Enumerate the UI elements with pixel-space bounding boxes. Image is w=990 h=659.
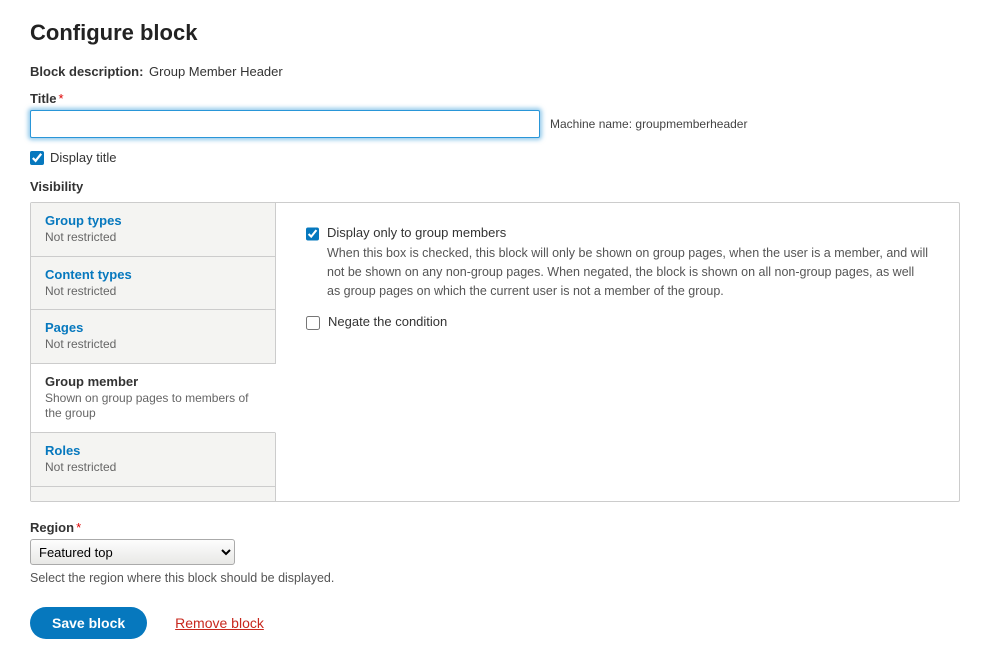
tab-group-member[interactable]: Group member Shown on group pages to mem… <box>31 364 276 433</box>
vertical-tabs-list: Group types Not restricted Content types… <box>31 203 276 501</box>
tab-roles[interactable]: Roles Not restricted <box>31 433 275 487</box>
tab-pages[interactable]: Pages Not restricted <box>31 310 275 364</box>
display-title-label[interactable]: Display title <box>50 150 116 165</box>
block-description-value: Group Member Header <box>149 64 283 79</box>
negate-checkbox[interactable] <box>306 316 320 330</box>
tab-summary: Not restricted <box>45 284 261 300</box>
save-button[interactable]: Save block <box>30 607 147 639</box>
machine-name-label: Machine name: <box>550 117 632 131</box>
tab-title: Group types <box>45 213 261 228</box>
region-select[interactable]: Featured top <box>30 539 235 565</box>
title-input[interactable] <box>30 110 540 138</box>
visibility-tabs: Group types Not restricted Content types… <box>30 202 960 502</box>
tab-title: Pages <box>45 320 261 335</box>
tab-content-pane: Display only to group members When this … <box>276 203 959 501</box>
tab-summary: Not restricted <box>45 337 261 353</box>
required-mark: * <box>59 91 64 106</box>
only-members-checkbox[interactable] <box>306 227 319 241</box>
tab-summary: Not restricted <box>45 230 261 246</box>
tab-title: Content types <box>45 267 261 282</box>
tab-group-types[interactable]: Group types Not restricted <box>31 203 275 257</box>
only-members-description: When this box is checked, this block wil… <box>327 244 929 300</box>
required-mark: * <box>76 520 81 535</box>
title-label: Title <box>30 91 57 106</box>
tab-summary: Shown on group pages to members of the g… <box>45 391 261 422</box>
visibility-label: Visibility <box>30 179 960 194</box>
tab-content-types[interactable]: Content types Not restricted <box>31 257 275 311</box>
page-title: Configure block <box>30 20 960 46</box>
region-label: Region <box>30 520 74 535</box>
negate-label[interactable]: Negate the condition <box>328 314 447 329</box>
tab-summary: Not restricted <box>45 460 261 476</box>
tab-title: Group member <box>45 374 261 389</box>
only-members-label[interactable]: Display only to group members <box>327 225 506 240</box>
machine-name: Machine name: groupmemberheader <box>550 117 747 131</box>
display-title-checkbox[interactable] <box>30 151 44 165</box>
tab-title: Roles <box>45 443 261 458</box>
remove-link[interactable]: Remove block <box>175 615 264 631</box>
block-description-label: Block description: <box>30 64 143 79</box>
machine-name-value: groupmemberheader <box>635 117 747 131</box>
region-help: Select the region where this block shoul… <box>30 571 960 585</box>
